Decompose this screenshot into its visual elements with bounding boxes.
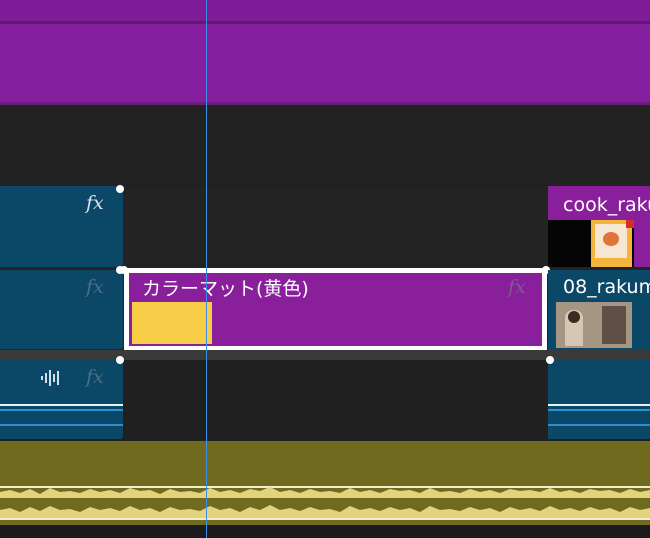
music-clip-bottom-divider <box>0 518 650 520</box>
purple-title-clip[interactable] <box>0 24 650 102</box>
color-matte-thumbnail <box>132 302 212 344</box>
playhead-line[interactable] <box>206 0 207 538</box>
waveform-icon <box>40 369 62 387</box>
audio-clip-waveline <box>0 424 123 426</box>
fx-icon: fx <box>86 276 104 298</box>
fx-icon: fx <box>86 366 104 388</box>
timeline-bottom-gap <box>0 525 650 538</box>
audio-clip-waveline <box>548 404 650 406</box>
audio-clip-waveline <box>0 404 123 406</box>
empty-track <box>0 105 650 185</box>
audio-clip-waveline <box>548 424 650 426</box>
video-clip-v2-left[interactable] <box>0 186 123 267</box>
top-track-strip <box>0 0 650 21</box>
audio-clip-waveline <box>548 409 650 411</box>
clip-edge-handle[interactable] <box>546 356 554 364</box>
cook-clip-overflow <box>634 220 650 267</box>
rakum-clip-thumbnail <box>556 302 632 348</box>
clip-edge-handle[interactable] <box>116 356 124 364</box>
rakum-clip-label: 08_rakum <box>563 276 650 298</box>
color-matte-clip-label: カラーマット(黄色) <box>142 278 309 300</box>
fx-icon: fx <box>508 276 526 298</box>
cook-clip-label: cook_raku <box>563 194 650 216</box>
cook-thumbnail-tag <box>626 220 634 228</box>
video-clip-v1-left[interactable] <box>0 270 123 349</box>
clip-edge-handle[interactable] <box>116 185 124 193</box>
fx-icon: fx <box>86 192 104 214</box>
clip-edge-handle[interactable] <box>120 266 128 274</box>
audio-clip-waveline <box>0 409 123 411</box>
audio-clip-a1-right[interactable] <box>548 360 650 439</box>
